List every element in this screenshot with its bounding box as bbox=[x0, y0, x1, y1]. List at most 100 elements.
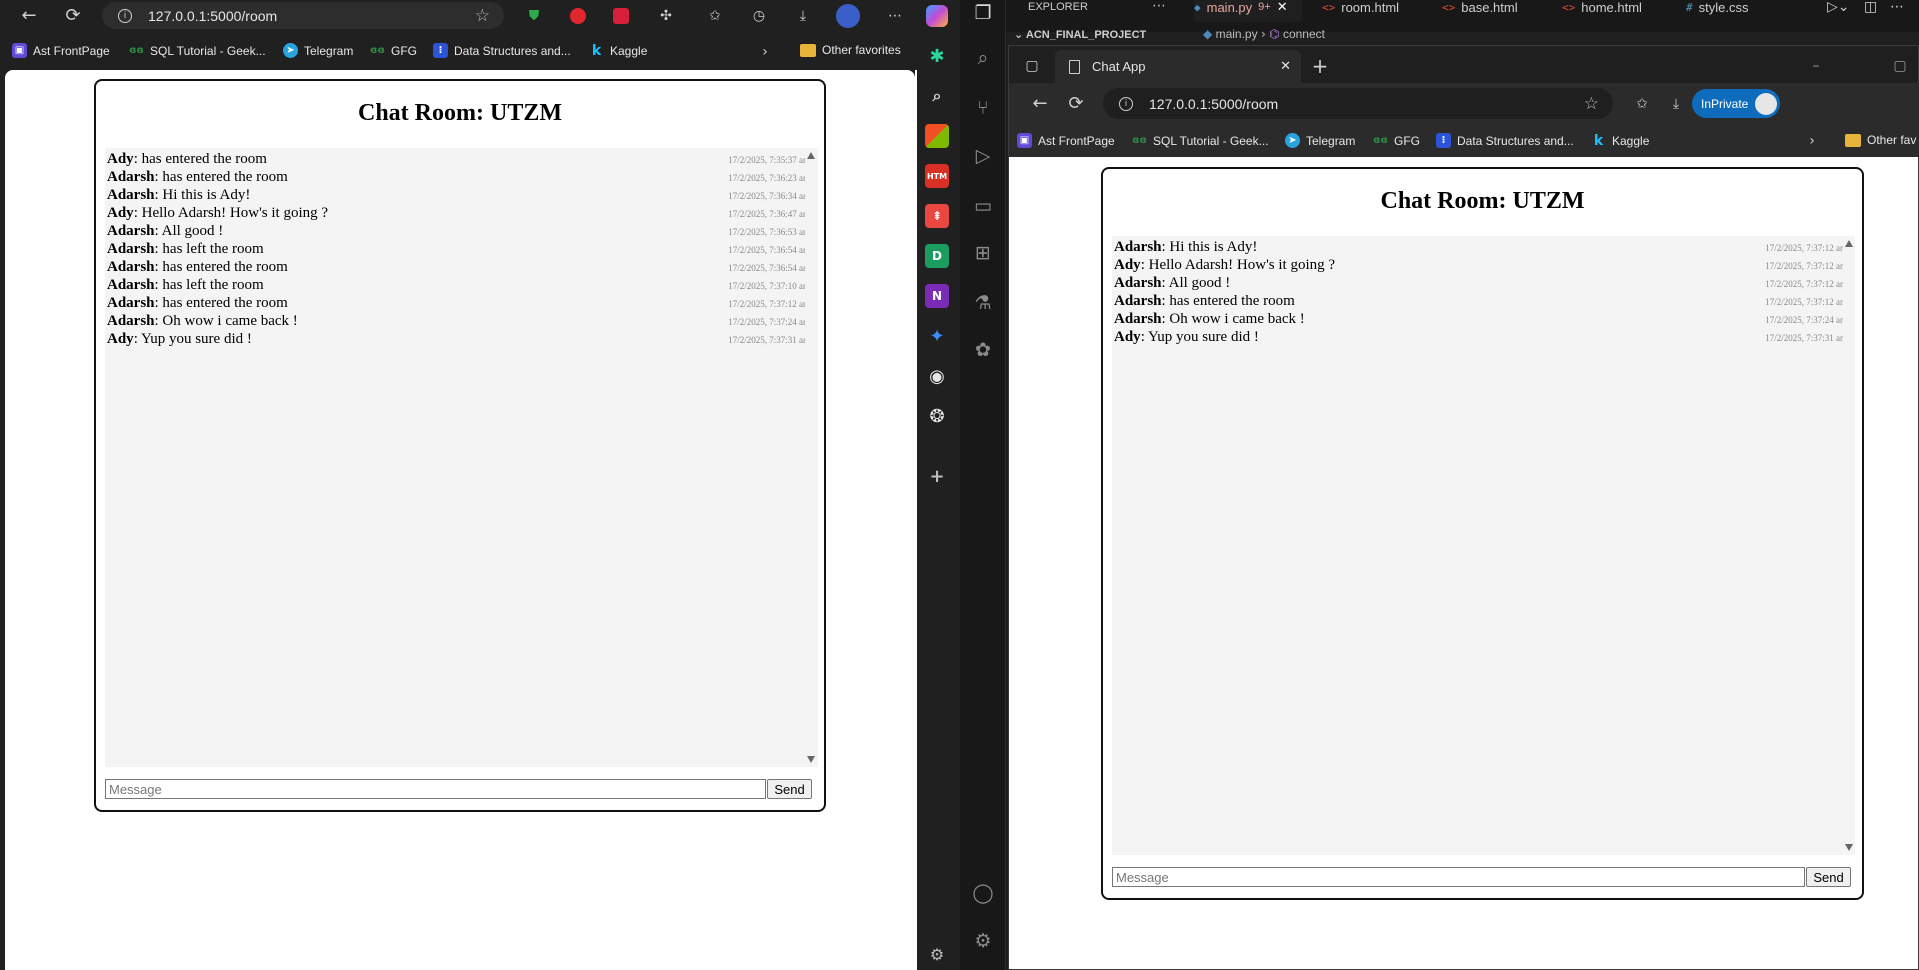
left-messages-list: Ady: has entered the room 17/2/2025, 7:35… bbox=[105, 148, 818, 348]
python-icon[interactable]: ✿ bbox=[970, 337, 996, 363]
inprivate-badge[interactable]: InPrivate bbox=[1692, 89, 1780, 118]
right-url-text[interactable]: 127.0.0.1:5000/room bbox=[1149, 96, 1278, 112]
explorer-more-icon[interactable]: ⋯ bbox=[1152, 0, 1166, 14]
scroll-up-arrow-icon[interactable] bbox=[807, 152, 815, 159]
sidebar-onenote-icon[interactable]: N bbox=[925, 284, 949, 308]
bookmark-ast-frontpage[interactable]: ▣ Ast FrontPage bbox=[1017, 133, 1115, 148]
testing-icon[interactable]: ⚗ bbox=[970, 290, 996, 316]
editor-more-icon[interactable]: ⋯ bbox=[1890, 0, 1904, 15]
bookmark-sql-tutorial[interactable]: ɞɞ SQL Tutorial - Geek... bbox=[1132, 133, 1268, 148]
tab-actions-icon[interactable]: ▢ bbox=[1019, 53, 1045, 79]
download-icon[interactable]: ⤓ bbox=[790, 3, 816, 29]
favorites-icon[interactable]: ✩ bbox=[702, 3, 728, 29]
right-send-button[interactable]: Send bbox=[1806, 867, 1851, 887]
site-info-icon[interactable]: i bbox=[118, 8, 132, 23]
tab-room-html[interactable]: <> room.html bbox=[1322, 0, 1399, 22]
new-tab-icon[interactable]: + bbox=[1307, 53, 1333, 79]
left-send-button[interactable]: Send bbox=[767, 779, 812, 799]
refresh-icon[interactable]: ⟳ bbox=[60, 3, 86, 29]
right-messages-area[interactable]: Adarsh: Hi this is Ady! 17/2/2025, 7:37:1… bbox=[1112, 236, 1855, 855]
run-debug-icon[interactable]: ▷ bbox=[970, 143, 996, 169]
bookmark-data-structures[interactable]: ⁝ Data Structures and... bbox=[1436, 133, 1574, 148]
favorite-star-icon[interactable]: ☆ bbox=[1584, 94, 1599, 114]
sidebar-chatgpt-icon[interactable]: ❂ bbox=[925, 404, 949, 428]
right-other-favorites[interactable]: Other fav bbox=[1845, 133, 1916, 147]
shield-extension-icon[interactable]: ⛊ bbox=[521, 3, 547, 29]
bookmarks-overflow-chevron-icon[interactable]: › bbox=[1799, 128, 1825, 154]
sidebar-sparkle-icon[interactable]: ✦ bbox=[925, 324, 949, 348]
refresh-icon[interactable]: ⟳ bbox=[1063, 91, 1089, 117]
right-address-bar[interactable]: i 127.0.0.1:5000/room ☆ bbox=[1103, 88, 1613, 119]
close-tab-icon[interactable]: ✕ bbox=[1280, 59, 1291, 74]
bookmark-sql-tutorial[interactable]: ɞɞ SQL Tutorial - Geek... bbox=[129, 43, 265, 58]
sidebar-settings-icon[interactable]: ⚙ bbox=[925, 942, 949, 966]
bookmark-kaggle[interactable]: k Kaggle bbox=[589, 43, 648, 59]
scroll-up-arrow-icon[interactable] bbox=[1845, 240, 1853, 247]
scroll-down-arrow-icon[interactable] bbox=[807, 756, 815, 763]
scroll-down-arrow-icon[interactable] bbox=[1845, 844, 1853, 851]
back-icon[interactable]: ← bbox=[16, 3, 42, 29]
extensions-puzzle-icon[interactable]: ✣ bbox=[653, 3, 679, 29]
breadcrumb-file[interactable]: main.py bbox=[1216, 27, 1258, 41]
tab-style-css[interactable]: # style.css bbox=[1686, 0, 1748, 22]
breadcrumb-symbol[interactable]: connect bbox=[1283, 27, 1325, 41]
split-editor-icon[interactable]: ◫ bbox=[1864, 0, 1877, 15]
minimize-window-icon[interactable]: – bbox=[1803, 53, 1829, 79]
sidebar-office-icon[interactable] bbox=[925, 124, 949, 148]
left-url-text[interactable]: 127.0.0.1:5000/room bbox=[148, 8, 277, 24]
right-active-tab[interactable]: Chat App ✕ bbox=[1055, 50, 1301, 83]
history-icon[interactable]: ◷ bbox=[746, 3, 772, 29]
manage-gear-icon[interactable]: ⚙ bbox=[970, 928, 996, 954]
pocket-extension-icon[interactable] bbox=[613, 8, 629, 24]
more-menu-icon[interactable]: ⋯ bbox=[882, 3, 908, 29]
adblock-extension-icon[interactable] bbox=[570, 8, 586, 24]
bookmark-data-structures[interactable]: ⁝ Data Structures and... bbox=[433, 43, 571, 58]
tab-home-html[interactable]: <> home.html bbox=[1562, 0, 1642, 22]
bookmark-kaggle[interactable]: k Kaggle bbox=[1591, 133, 1650, 149]
bookmark-gfg[interactable]: ɞɞ GFG bbox=[370, 43, 417, 58]
bookmarks-overflow-chevron-icon[interactable]: › bbox=[752, 39, 778, 65]
extensions-icon[interactable]: ⊞ bbox=[970, 240, 996, 266]
favorite-star-icon[interactable]: ☆ bbox=[475, 6, 490, 26]
tab-main-py[interactable]: ◆ main.py 9+ ✕ bbox=[1194, 0, 1302, 22]
sidebar-perplexity-icon[interactable]: ✱ bbox=[925, 44, 949, 68]
chat-message: Adarsh: All good ! 17/2/2025, 7:36:53 am bbox=[105, 222, 818, 240]
explorer-files-icon[interactable]: ❐ bbox=[970, 0, 996, 26]
left-messages-area[interactable]: Ady: has entered the room 17/2/2025, 7:35… bbox=[105, 148, 818, 767]
run-file-icon[interactable]: ▷⌄ bbox=[1827, 0, 1850, 15]
sidebar-tree-icon[interactable]: ⇞ bbox=[925, 204, 949, 228]
sidebar-html-pdf-icon[interactable]: HTM bbox=[925, 164, 949, 188]
bookmark-telegram[interactable]: ➤ Telegram bbox=[1285, 133, 1355, 148]
message-timestamp: 17/2/2025, 7:37:12 am bbox=[1765, 279, 1847, 289]
left-address-bar[interactable]: i 127.0.0.1:5000/room ☆ bbox=[102, 2, 504, 29]
accounts-icon[interactable]: ◯ bbox=[970, 880, 996, 906]
close-tab-icon[interactable]: ✕ bbox=[1277, 0, 1288, 15]
bookmark-telegram[interactable]: ➤ Telegram bbox=[283, 43, 353, 58]
search-icon[interactable]: ⌕ bbox=[970, 45, 996, 71]
back-icon[interactable]: ← bbox=[1027, 91, 1053, 117]
bookmark-ast-frontpage[interactable]: ▣ Ast FrontPage bbox=[12, 43, 110, 58]
maximize-window-icon[interactable]: ▢ bbox=[1887, 53, 1913, 79]
source-control-icon[interactable]: ⑂ bbox=[970, 95, 996, 121]
left-message-input[interactable] bbox=[105, 779, 766, 799]
vscode-project-name[interactable]: ⌄ ACN_FINAL_PROJECT bbox=[1014, 28, 1146, 41]
chat-message: Ady: Yup you sure did ! 17/2/2025, 7:37:3… bbox=[105, 330, 818, 348]
sidebar-add-icon[interactable]: + bbox=[925, 464, 949, 488]
site-info-icon[interactable]: i bbox=[1119, 96, 1133, 111]
copilot-icon[interactable] bbox=[926, 5, 948, 27]
remote-explorer-icon[interactable]: ▭ bbox=[970, 193, 996, 219]
favorites-icon[interactable]: ✩ bbox=[1629, 91, 1655, 117]
left-messages-scrollbar[interactable] bbox=[805, 148, 817, 767]
tab-base-html[interactable]: <> base.html bbox=[1442, 0, 1518, 22]
sidebar-d-icon[interactable]: D bbox=[925, 244, 949, 268]
profile-avatar-icon[interactable] bbox=[836, 4, 860, 28]
left-other-favorites[interactable]: Other favorites bbox=[800, 43, 901, 57]
right-messages-scrollbar[interactable] bbox=[1843, 236, 1855, 855]
sidebar-search-icon[interactable]: ⌕ bbox=[925, 84, 949, 108]
sidebar-app-icon[interactable]: ◉ bbox=[925, 364, 949, 388]
left-page-viewport: Chat Room: UTZM Ady: has entered the roo… bbox=[5, 70, 915, 970]
download-icon[interactable]: ⤓ bbox=[1663, 91, 1689, 117]
bookmark-gfg[interactable]: ɞɞ GFG bbox=[1373, 133, 1420, 148]
message-text: : Oh wow i came back ! bbox=[1161, 311, 1305, 327]
right-message-input[interactable] bbox=[1112, 867, 1805, 887]
